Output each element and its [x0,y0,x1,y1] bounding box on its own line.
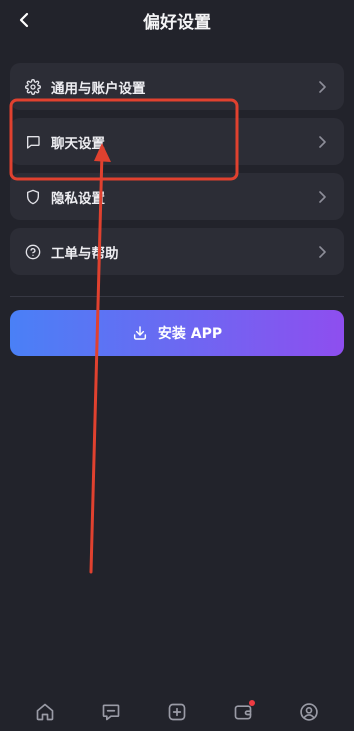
menu-item-privacy-settings[interactable]: 隐私设置 [10,173,344,220]
download-icon [132,325,148,341]
chevron-right-icon [314,79,330,95]
help-circle-icon [24,243,42,261]
gear-icon [24,78,42,96]
menu-item-general-account[interactable]: 通用与账户设置 [10,63,344,110]
chat-bubble-icon [24,133,42,151]
home-icon [36,703,54,721]
tab-create[interactable] [165,700,189,724]
bottom-tab-bar [0,690,354,731]
menu-item-label: 通用与账户设置 [51,80,146,97]
shield-icon [24,188,42,206]
page-title: 偏好设置 [143,13,211,33]
notification-badge [249,700,255,706]
install-app-button[interactable]: 安装 APP [10,310,344,356]
tab-messages[interactable] [99,700,123,724]
tab-home[interactable] [33,700,57,724]
menu-item-label: 聊天设置 [51,135,105,152]
section-divider [10,296,344,297]
menu-item-label: 隐私设置 [51,190,105,207]
tab-profile[interactable] [297,700,321,724]
menu-item-label: 工单与帮助 [51,245,119,262]
tab-wallet[interactable] [231,700,255,724]
chevron-right-icon [314,189,330,205]
install-app-label: 安装 APP [157,326,223,342]
message-icon [102,704,120,721]
menu-item-chat-settings[interactable]: 聊天设置 [10,118,344,165]
chevron-right-icon [314,134,330,150]
chevron-right-icon [314,244,330,260]
menu-item-tickets-help[interactable]: 工单与帮助 [10,228,344,275]
plus-square-icon [168,703,186,721]
profile-icon [300,703,318,721]
header-bar: 偏好设置 [0,0,354,40]
